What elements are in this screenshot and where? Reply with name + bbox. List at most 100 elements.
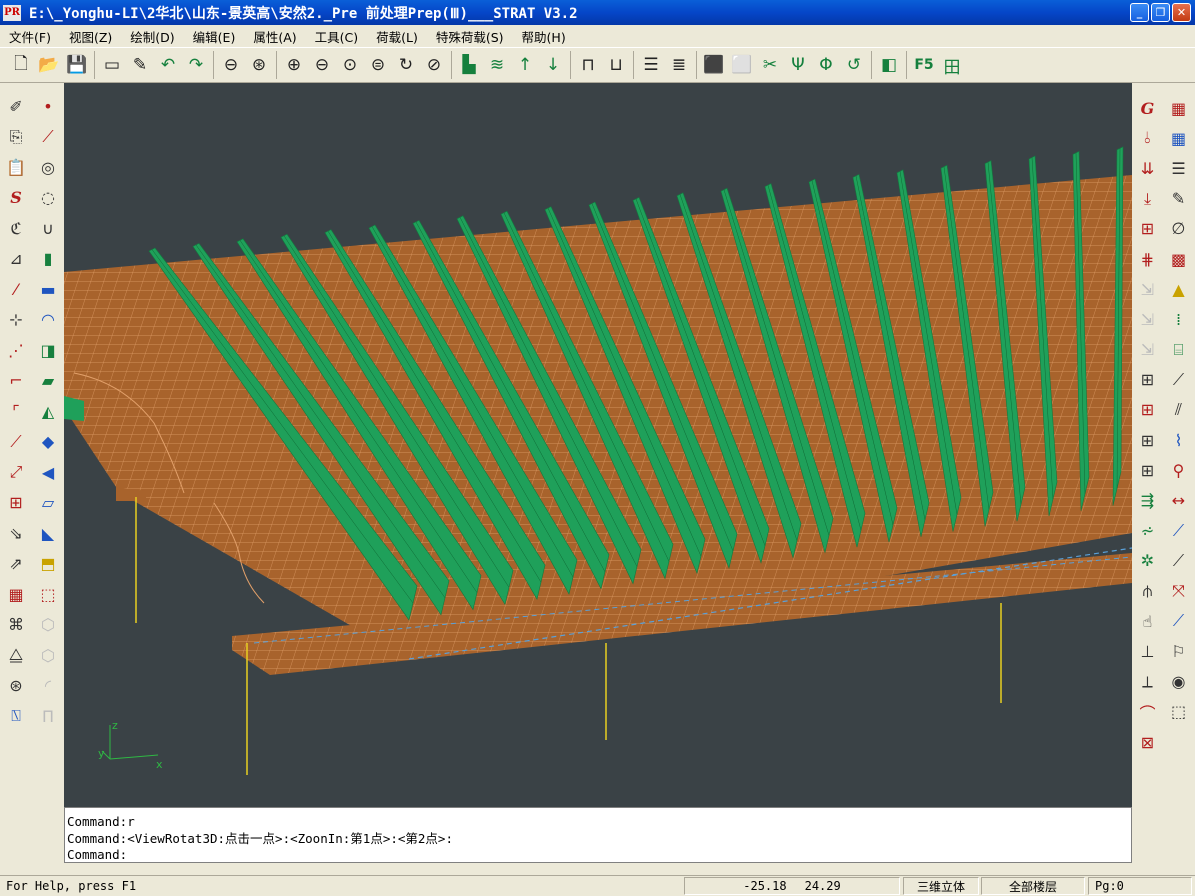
area-load-icon[interactable]: ⋕	[1134, 244, 1162, 274]
layers-alt-icon[interactable]: ≣	[665, 52, 693, 78]
slab-load-icon[interactable]: ⊞	[1134, 214, 1162, 244]
eye-icon[interactable]: ◉	[1165, 667, 1193, 697]
zoom-previous-icon[interactable]: ⊜	[364, 52, 392, 78]
model-viewport[interactable]: z y x	[64, 83, 1132, 807]
zoom-window-icon[interactable]: ⊖	[217, 52, 245, 78]
triangle-plate-icon[interactable]: ◀	[34, 457, 62, 488]
checker-icon[interactable]: ▩	[1165, 244, 1193, 274]
stairs-icon[interactable]: ⌸	[1165, 335, 1193, 365]
line-cross-icon[interactable]: ⤧	[1165, 576, 1193, 606]
eraser-icon[interactable]: ✐	[2, 91, 30, 122]
floor-down-icon[interactable]: ↓	[539, 52, 567, 78]
zoom-out-icon[interactable]: ⊖	[308, 52, 336, 78]
menu-help[interactable]: 帮助(H)	[513, 27, 575, 46]
menu-loads[interactable]: 荷载(L)	[367, 27, 427, 46]
distributed-load-icon[interactable]: ⇊	[1134, 153, 1162, 183]
menu-special-loads[interactable]: 特殊荷载(S)	[427, 27, 513, 46]
g-icon[interactable]: G	[1134, 93, 1162, 123]
node-split-icon[interactable]: ✂	[756, 52, 784, 78]
scale-icon[interactable]: ⊿	[2, 244, 30, 275]
table-icon[interactable]: ⊞	[2, 488, 30, 519]
offset-icon[interactable]: ⊛	[2, 671, 30, 702]
grid-load-red-icon[interactable]: ⊞	[1134, 395, 1162, 425]
rotate-icon[interactable]: ⇗	[2, 549, 30, 580]
pyramid-icon[interactable]: ▲	[1165, 274, 1193, 304]
save-icon[interactable]: 💾	[63, 52, 91, 78]
properties-icon[interactable]: ⌘	[2, 610, 30, 641]
copy-icon[interactable]: ⎘	[2, 122, 30, 153]
array-icon[interactable]: ▦	[2, 579, 30, 610]
layer-icon[interactable]: ▭	[98, 52, 126, 78]
floor-stack-icon[interactable]: ≋	[483, 52, 511, 78]
cube-icon[interactable]: ⬒	[34, 549, 62, 580]
flag-icon[interactable]: ⚐	[1165, 636, 1193, 666]
circle-icon[interactable]: ◎	[34, 152, 62, 183]
grid-load-icon[interactable]: ⊞	[1134, 365, 1162, 395]
box-3d-icon[interactable]: ⬚	[1165, 697, 1193, 727]
menu-tools[interactable]: 工具(C)	[306, 27, 367, 46]
minimize-button[interactable]: _	[1130, 3, 1149, 22]
line-red-dot-icon[interactable]: ⟋	[1165, 546, 1193, 576]
app-icon[interactable]: PR	[3, 4, 21, 21]
paste-icon[interactable]: 📋	[2, 152, 30, 183]
pin-icon[interactable]: ⟋	[1165, 365, 1193, 395]
menu-edit[interactable]: 编辑(E)	[184, 27, 245, 46]
redo-icon[interactable]: ↷	[182, 52, 210, 78]
command-window[interactable]: Command:r Command:<ViewRotat3D:点击一点>:<Zo…	[64, 807, 1132, 863]
empty-set-icon[interactable]: ∅	[1165, 214, 1193, 244]
model-3d-view[interactable]: z y x	[64, 83, 1132, 807]
restore-button[interactable]: ❐	[1151, 3, 1170, 22]
column-view-icon[interactable]: ⊓	[574, 52, 602, 78]
phi-icon[interactable]: Φ	[812, 52, 840, 78]
f5-button[interactable]: F5	[910, 52, 938, 78]
hinge-icon[interactable]: ⚲	[1165, 455, 1193, 485]
cancel-region-icon[interactable]: ⊠	[1134, 727, 1162, 757]
command-prompt[interactable]: Command:	[67, 847, 1129, 862]
slant-icon[interactable]: ⫽	[1165, 395, 1193, 425]
support-icon[interactable]: ⊥	[1134, 636, 1162, 666]
pencil-icon[interactable]: ✎	[126, 52, 154, 78]
boundary-icon[interactable]: ⌒	[1134, 697, 1162, 727]
plate-icon[interactable]: ◆	[34, 427, 62, 458]
arc-icon[interactable]: ◌	[34, 183, 62, 214]
line-blue-icon[interactable]: ⟋	[1165, 516, 1193, 546]
fillet-icon[interactable]: ⌐	[2, 366, 30, 397]
point-load-icon[interactable]: ⫰	[1134, 123, 1162, 153]
wind-load-icon[interactable]: ⇶	[1134, 485, 1162, 515]
extend-icon[interactable]: ⊹	[2, 305, 30, 336]
divide-icon[interactable]: ⤢	[2, 457, 30, 488]
grid-icon[interactable]: 田	[938, 52, 966, 78]
line-node-icon[interactable]: ⟋	[2, 427, 30, 458]
menu-attributes[interactable]: 属性(A)	[244, 27, 305, 46]
rotate-view-icon[interactable]: ↻	[392, 52, 420, 78]
menu-draw[interactable]: 绘制(D)	[121, 27, 183, 46]
mirror-icon[interactable]: ⧋	[2, 640, 30, 671]
slope-slab-icon[interactable]: ◭	[34, 396, 62, 427]
chart-icon[interactable]: ⍂	[2, 701, 30, 732]
zoom-in-icon[interactable]: ⊕	[280, 52, 308, 78]
stack-icon[interactable]: ☰	[1165, 153, 1193, 183]
new-file-icon[interactable]: 🗋	[7, 52, 35, 78]
wall-icon[interactable]: ◨	[34, 335, 62, 366]
mesh-red-icon[interactable]: ▦	[1165, 93, 1193, 123]
menu-file[interactable]: 文件(F)	[0, 27, 60, 46]
grid-load-3-icon[interactable]: ⊞	[1134, 455, 1162, 485]
mesh-blue-icon[interactable]: ▦	[1165, 123, 1193, 153]
parallelogram-icon[interactable]: ▱	[34, 488, 62, 519]
tri-shell-icon[interactable]: ◣	[34, 518, 62, 549]
zoom-extents-icon[interactable]: ⊛	[245, 52, 273, 78]
undo-icon[interactable]: ↶	[154, 52, 182, 78]
fixed-support-icon[interactable]: ⟂	[1134, 667, 1162, 697]
arc-beam-icon[interactable]: ◠	[34, 305, 62, 336]
hand-icon[interactable]: ☝	[1134, 606, 1162, 636]
zoom-all-icon[interactable]: ⊙	[336, 52, 364, 78]
refresh-icon[interactable]: ↺	[840, 52, 868, 78]
dot-grid-icon[interactable]: ⁞	[1165, 304, 1193, 334]
column-icon[interactable]: ▮	[34, 244, 62, 275]
beam-load-icon[interactable]: ⤓	[1134, 184, 1162, 214]
status-view-mode[interactable]: 三维立体	[903, 877, 979, 895]
s-icon[interactable]: S	[2, 183, 30, 214]
c-icon[interactable]: ℭ	[2, 213, 30, 244]
pan-icon[interactable]: ⊘	[420, 52, 448, 78]
floor-up-icon[interactable]: ↑	[511, 52, 539, 78]
